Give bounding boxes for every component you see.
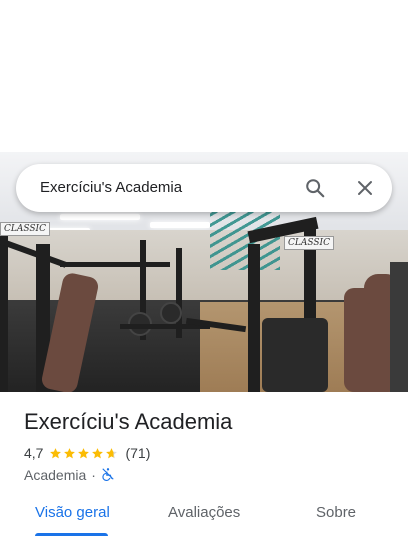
tab-overview[interactable]: Visão geral xyxy=(35,504,110,521)
star-icon xyxy=(106,447,118,458)
tab-reviews[interactable]: Avaliações xyxy=(168,504,240,521)
category-row: Academia · xyxy=(24,466,115,484)
star-icon xyxy=(78,447,90,458)
close-icon[interactable] xyxy=(353,176,377,200)
place-title: Exercíciu's Academia xyxy=(24,409,233,434)
tab-about[interactable]: Sobre xyxy=(316,504,356,521)
photo-sign-right: CLASSIC xyxy=(284,236,334,250)
photo-machine xyxy=(0,222,8,392)
active-tab-indicator xyxy=(35,533,108,536)
photo-stairs xyxy=(210,210,280,270)
search-icon[interactable] xyxy=(303,176,327,200)
review-count[interactable]: (71) xyxy=(125,445,150,461)
separator-dot: · xyxy=(91,467,96,483)
photo-machine xyxy=(60,262,170,267)
photo-seat-back xyxy=(262,318,328,392)
photo-light xyxy=(60,214,140,220)
photo-plate xyxy=(160,302,182,324)
photo-sign-left: CLASSIC xyxy=(0,222,50,236)
rating-row[interactable]: 4,7 (71) xyxy=(24,444,150,462)
rating-stars xyxy=(49,447,119,460)
photo-machine xyxy=(248,244,260,392)
search-bar[interactable]: Exercíciu's Academia xyxy=(16,164,392,212)
star-icon xyxy=(50,447,62,458)
rating-value: 4,7 xyxy=(24,445,44,461)
star-icon xyxy=(92,447,104,458)
map-blank-area xyxy=(0,0,408,152)
search-input[interactable]: Exercíciu's Academia xyxy=(40,179,182,196)
photo-light xyxy=(150,222,210,228)
photo-machine xyxy=(390,262,408,392)
star-icon xyxy=(64,447,76,458)
place-category: Academia xyxy=(24,467,87,483)
tab-bar: Visão geral Avaliações Sobre xyxy=(0,494,408,544)
not-accessible-icon xyxy=(101,467,115,484)
